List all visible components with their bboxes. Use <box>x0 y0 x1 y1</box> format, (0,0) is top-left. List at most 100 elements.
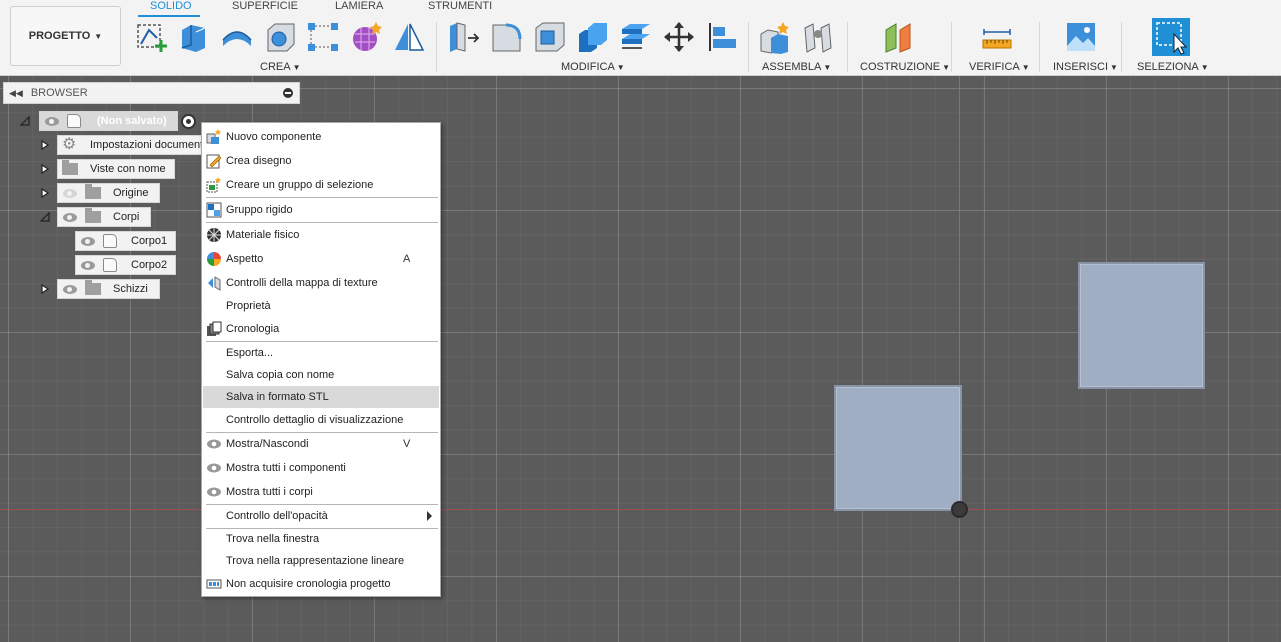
expanded-triangle-icon[interactable] <box>20 116 30 126</box>
context-menu: Nuovo componente Crea disegno Creare un … <box>201 122 441 597</box>
eye-icon[interactable] <box>63 284 77 294</box>
group-modifica[interactable]: MODIFICA ▼ <box>561 61 625 73</box>
collapsed-triangle-icon[interactable] <box>40 164 50 174</box>
folder-icon <box>85 208 101 223</box>
no-history-icon <box>206 579 222 589</box>
menu-item-create-selection-group[interactable]: Creare un gruppo di selezione <box>203 174 439 196</box>
collapsed-triangle-icon[interactable] <box>40 188 50 198</box>
extrude-icon[interactable] <box>177 20 211 54</box>
collapsed-triangle-icon[interactable] <box>40 284 50 294</box>
combine-icon[interactable] <box>576 20 610 54</box>
origin-point[interactable] <box>951 501 968 518</box>
menu-item-show-all-bodies[interactable]: Mostra tutti i corpi <box>203 481 439 503</box>
group-divider <box>1039 22 1040 72</box>
group-crea[interactable]: CREA ▼ <box>260 61 300 73</box>
offset-face-icon[interactable] <box>619 20 653 54</box>
tree-node-document-settings[interactable]: ⚙ Impostazioni document <box>57 135 203 155</box>
group-divider <box>436 22 437 72</box>
revolve-icon[interactable] <box>220 20 254 54</box>
folder-icon <box>85 184 101 199</box>
menu-item-do-not-capture-history[interactable]: Non acquisire cronologia progetto <box>203 573 439 595</box>
form-icon[interactable] <box>349 20 383 54</box>
menu-item-rigid-group[interactable]: Gruppo rigido <box>203 199 439 221</box>
tab-superficie[interactable]: SUPERFICIE <box>232 0 298 12</box>
tree-node-sketches[interactable]: Schizzi <box>57 279 160 299</box>
chevron-down-icon: ▼ <box>1110 63 1118 72</box>
tree-node-corpo2[interactable]: Corpo2 <box>75 255 176 275</box>
group-seleziona[interactable]: SELEZIONA ▼ <box>1137 61 1209 73</box>
insert-image-icon[interactable] <box>1064 20 1098 54</box>
offset-plane-icon[interactable] <box>882 20 916 54</box>
select-icon[interactable] <box>1152 18 1190 56</box>
menu-item-create-drawing[interactable]: Crea disegno <box>203 150 439 172</box>
eye-icon[interactable] <box>81 260 95 270</box>
pattern-icon[interactable] <box>306 20 340 54</box>
appearance-icon <box>207 252 221 266</box>
eye-icon[interactable] <box>81 236 95 246</box>
group-assembla[interactable]: ASSEMBLA ▼ <box>762 61 831 73</box>
tree-node-named-views[interactable]: Viste con nome <box>57 159 175 179</box>
body-corpo2[interactable] <box>1078 262 1205 389</box>
menu-separator <box>206 197 438 198</box>
component-icon <box>67 114 81 128</box>
shell-icon[interactable] <box>533 20 567 54</box>
canvas-viewport[interactable] <box>0 76 1281 642</box>
group-verifica[interactable]: VERIFICA ▼ <box>969 61 1030 73</box>
eye-icon[interactable] <box>45 116 59 126</box>
press-pull-icon[interactable] <box>447 20 481 54</box>
tree-node-origin[interactable]: Origine <box>57 183 160 203</box>
create-sketch-icon[interactable] <box>135 20 169 54</box>
tree-root-node[interactable]: (Non salvato) <box>39 111 178 131</box>
eye-icon[interactable] <box>63 212 77 222</box>
new-component-icon <box>206 129 221 144</box>
menu-separator <box>206 222 438 223</box>
menu-item-show-all-components[interactable]: Mostra tutti i componenti <box>203 457 439 479</box>
shortcut-label: V <box>403 438 411 450</box>
tab-solido[interactable]: SOLIDO <box>150 0 192 12</box>
body-corpo1[interactable] <box>834 385 962 511</box>
menu-item-find-in-timeline[interactable]: Trova nella rappresentazione lineare <box>203 550 439 572</box>
menu-item-save-copy-as[interactable]: Salva copia con nome <box>203 364 439 386</box>
hole-icon[interactable] <box>263 20 297 54</box>
menu-item-opacity-control[interactable]: Controllo dell'opacità <box>203 505 439 527</box>
measure-icon[interactable] <box>980 20 1014 54</box>
menu-item-history[interactable]: Cronologia <box>203 318 439 340</box>
move-copy-icon[interactable] <box>662 20 696 54</box>
align-icon[interactable] <box>705 20 739 54</box>
project-button[interactable]: PROGETTO ▼ <box>10 6 121 66</box>
menu-item-properties[interactable]: Proprietà <box>203 295 439 317</box>
chevron-down-icon: ▼ <box>616 63 625 72</box>
create-drawing-icon <box>206 154 222 169</box>
tab-lamiera[interactable]: LAMIERA <box>335 0 383 12</box>
group-inserisci[interactable]: INSERISCI ▼ <box>1053 61 1118 73</box>
menu-item-export[interactable]: Esporta... <box>203 342 439 364</box>
browser-title: BROWSER <box>30 87 88 99</box>
menu-item-show-hide[interactable]: Mostra/Nascondi V <box>203 433 439 455</box>
collapse-double-arrow-icon[interactable]: ◀◀ <box>9 88 23 99</box>
y-axis-line <box>959 76 960 642</box>
menu-item-physical-material[interactable]: Materiale fisico <box>203 224 439 246</box>
group-costruzione[interactable]: COSTRUZIONE ▼ <box>860 61 950 73</box>
menu-item-find-in-window[interactable]: Trova nella finestra <box>203 528 439 550</box>
activate-component-icon[interactable] <box>181 114 196 129</box>
eye-hidden-icon[interactable] <box>63 188 77 198</box>
menu-item-appearance[interactable]: Aspetto A <box>203 248 439 270</box>
joint-icon[interactable] <box>801 20 835 54</box>
collapsed-triangle-icon[interactable] <box>40 140 50 150</box>
browser-panel-header: ◀◀ BROWSER <box>3 82 300 104</box>
expanded-triangle-icon[interactable] <box>40 212 50 222</box>
tree-node-corpo1[interactable]: Corpo1 <box>75 231 176 251</box>
new-component-icon[interactable] <box>758 20 792 54</box>
menu-item-new-component[interactable]: Nuovo componente <box>203 126 439 148</box>
chevron-down-icon: ▼ <box>1021 63 1030 72</box>
body-icon <box>103 234 117 248</box>
tab-strumenti[interactable]: STRUMENTI <box>428 0 492 12</box>
menu-item-texture-map[interactable]: Controlli della mappa di texture <box>203 272 439 294</box>
chevron-down-icon: ▼ <box>823 63 832 72</box>
fillet-icon[interactable] <box>490 20 524 54</box>
menu-item-save-as-stl[interactable]: Salva in formato STL <box>203 386 439 408</box>
minimize-circle-icon[interactable] <box>283 88 293 98</box>
mirror-icon[interactable] <box>392 20 426 54</box>
menu-item-display-detail-control[interactable]: Controllo dettaglio di visualizzazione <box>203 409 439 431</box>
tree-node-bodies[interactable]: Corpi <box>57 207 151 227</box>
